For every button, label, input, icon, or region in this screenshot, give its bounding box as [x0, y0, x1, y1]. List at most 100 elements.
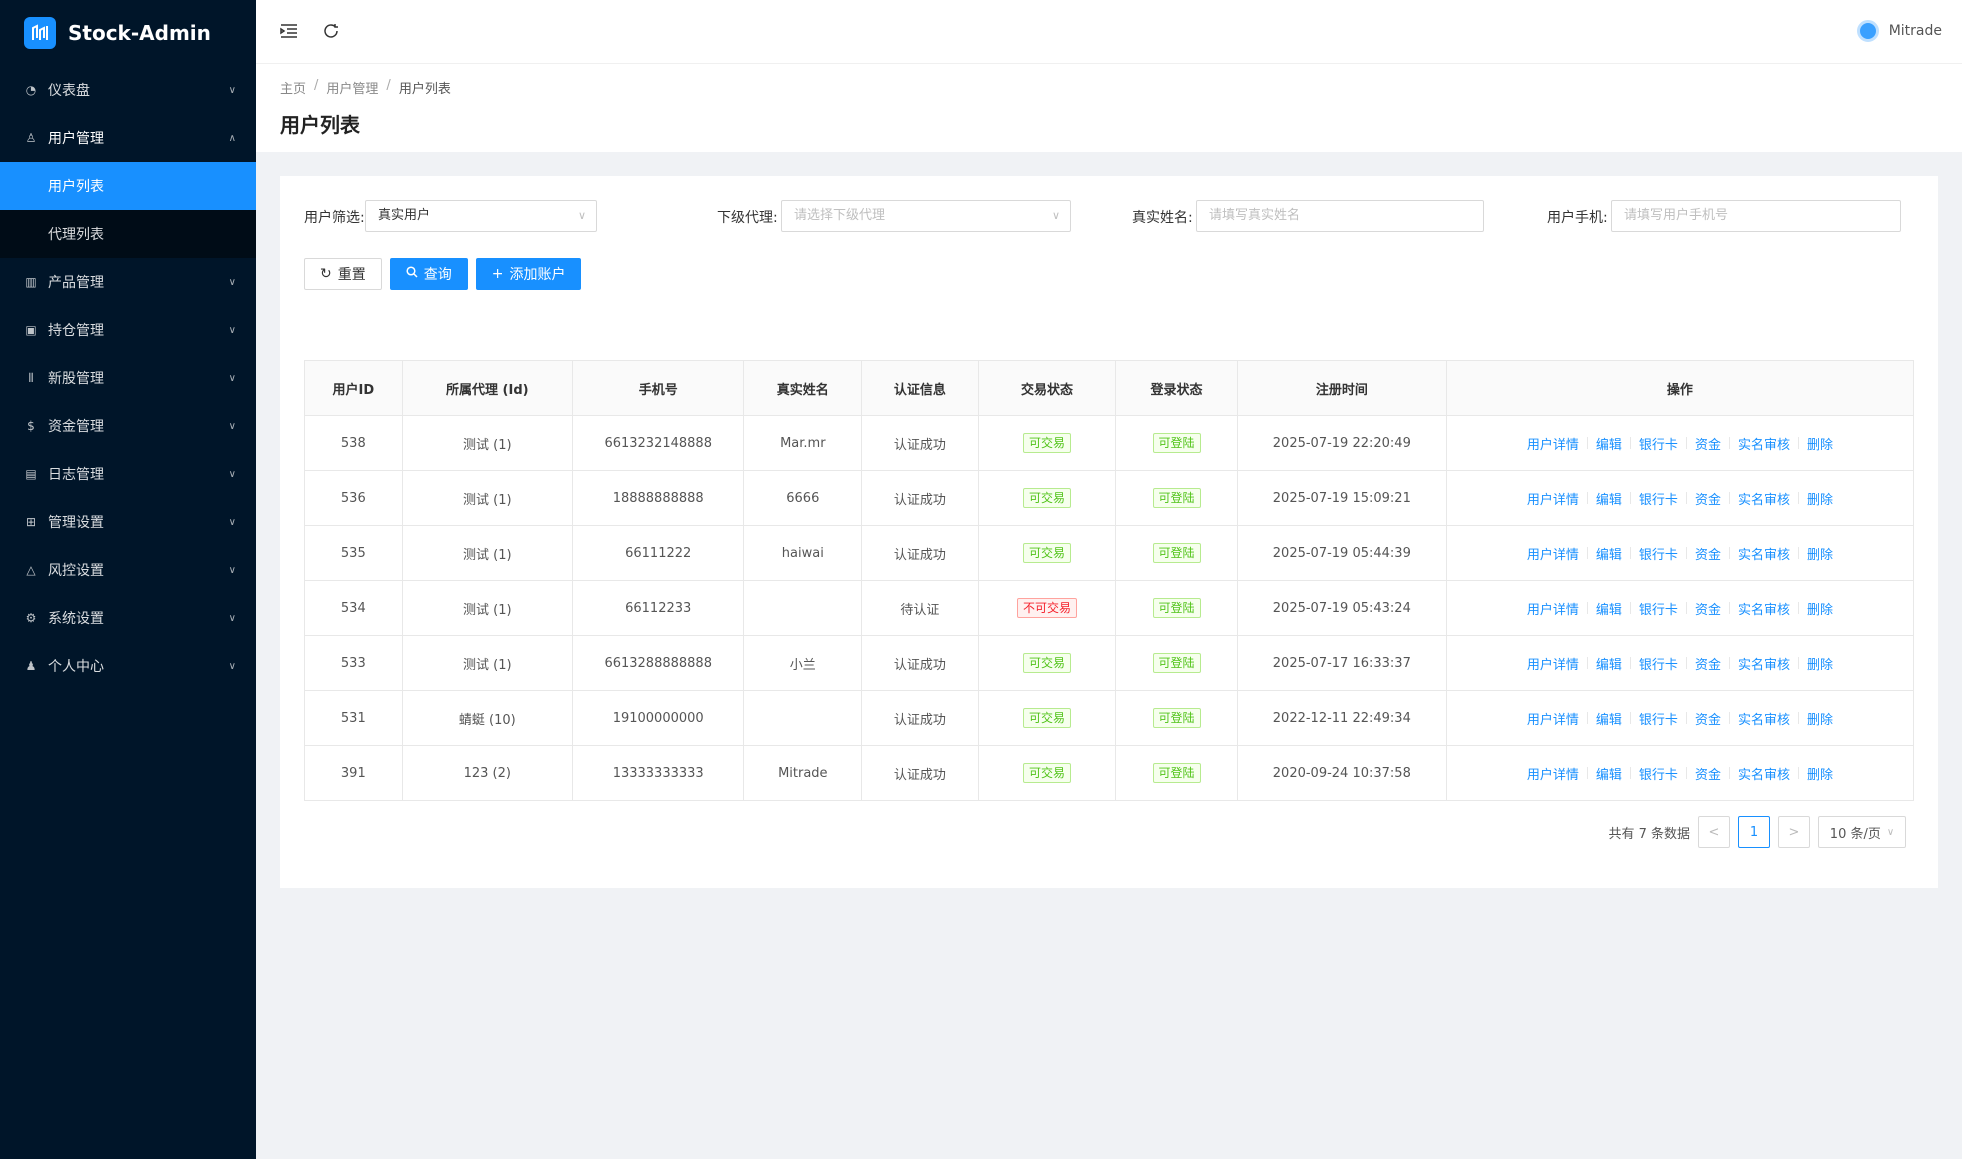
row-action-link[interactable]: 用户详情 — [1527, 599, 1579, 618]
real-name-input[interactable]: 请填写真实姓名 — [1196, 200, 1484, 232]
sidebar-item[interactable]: ▤ 日志管理 ∨ — [0, 450, 256, 498]
cell-name: 6666 — [743, 470, 863, 526]
page-button[interactable]: 1 — [1738, 816, 1770, 848]
action-divider — [1685, 602, 1687, 614]
row-action-link[interactable]: 编辑 — [1596, 434, 1622, 453]
action-divider — [1797, 492, 1799, 504]
team-icon: ♙ — [25, 131, 37, 145]
ipo-icon: ⦀ — [28, 370, 34, 385]
sidebar-item[interactable]: ⚙ 系统设置 ∨ — [0, 594, 256, 642]
row-action-link[interactable]: 实名审核 — [1738, 434, 1790, 453]
sidebar-item[interactable]: ▥ 产品管理 ∨ — [0, 258, 256, 306]
next-page-button[interactable]: > — [1778, 816, 1810, 848]
row-action-link[interactable]: 资金 — [1695, 599, 1721, 618]
row-action-link[interactable]: 删除 — [1807, 489, 1833, 508]
cell-agent: 123 (2) — [401, 745, 573, 801]
row-action-link[interactable]: 银行卡 — [1639, 544, 1678, 563]
row-action-link[interactable]: 编辑 — [1596, 544, 1622, 563]
query-label: 查询 — [423, 267, 452, 283]
menu-fold-icon[interactable] — [278, 20, 300, 42]
breadcrumb-home[interactable]: 主页 — [280, 78, 306, 97]
cell-phone: 19100000000 — [571, 690, 745, 746]
row-action-link[interactable]: 实名审核 — [1738, 654, 1790, 673]
column-header: 操作 — [1445, 360, 1915, 416]
chevron-down-icon: ∨ — [228, 660, 236, 672]
action-divider — [1629, 547, 1631, 559]
row-action-link[interactable]: 资金 — [1695, 709, 1721, 728]
cell-trade-status: 可交易 — [977, 415, 1117, 471]
add-account-button[interactable]: + 添加账户 — [475, 258, 582, 290]
row-action-link[interactable]: 资金 — [1695, 764, 1721, 783]
top-header: Mitrade — [256, 0, 1962, 64]
row-action-link[interactable]: 实名审核 — [1738, 489, 1790, 508]
row-action-link[interactable]: 资金 — [1695, 544, 1721, 563]
table-row: 536 测试 (1) 18888888888 6666 认证成功 可交易 可登陆 2025-0… — [304, 470, 1915, 526]
row-action-link[interactable]: 用户详情 — [1527, 544, 1579, 563]
row-action-link[interactable]: 银行卡 — [1639, 599, 1678, 618]
row-action-link[interactable]: 删除 — [1807, 434, 1833, 453]
row-action-link[interactable]: 编辑 — [1596, 599, 1622, 618]
user-filter-select[interactable]: 真实用户 ∨ — [365, 200, 597, 232]
row-action-link[interactable]: 删除 — [1807, 764, 1833, 783]
row-action-link[interactable]: 实名审核 — [1738, 709, 1790, 728]
row-action-link[interactable]: 用户详情 — [1527, 654, 1579, 673]
row-action-link[interactable]: 删除 — [1807, 599, 1833, 618]
row-action-link[interactable]: 银行卡 — [1639, 654, 1678, 673]
sidebar-item[interactable]: ◔ 仪表盘 ∨ — [0, 66, 256, 114]
sidebar-item[interactable]: $ 资金管理 ∨ — [0, 402, 256, 450]
query-button[interactable]: 查询 — [389, 258, 468, 290]
sub-agent-select[interactable]: 请选择下级代理 ∨ — [781, 200, 1071, 232]
row-action-link[interactable]: 用户详情 — [1527, 434, 1579, 453]
user-phone-input[interactable]: 请填写用户手机号 — [1611, 200, 1901, 232]
row-action-link[interactable]: 银行卡 — [1639, 489, 1678, 508]
sidebar-item[interactable]: ▣ 持仓管理 ∨ — [0, 306, 256, 354]
column-header: 所属代理 (Id) — [401, 360, 573, 416]
sidebar-item[interactable]: △ 风控设置 ∨ — [0, 546, 256, 594]
logo[interactable]: Stock-Admin — [0, 0, 256, 66]
row-action-link[interactable]: 实名审核 — [1738, 599, 1790, 618]
action-divider — [1629, 492, 1631, 504]
sidebar-item[interactable]: ♙ 用户管理 ∧ — [0, 114, 256, 162]
row-action-link[interactable]: 资金 — [1695, 489, 1721, 508]
sidebar-item[interactable]: ⦀ 新股管理 ∨ — [0, 354, 256, 402]
row-action-link[interactable]: 银行卡 — [1639, 709, 1678, 728]
sidebar-item[interactable]: ⊞ 管理设置 ∨ — [0, 498, 256, 546]
row-action-link[interactable]: 编辑 — [1596, 654, 1622, 673]
action-buttons: ↻ 重置 查询 + 添加账户 — [304, 258, 582, 290]
row-action-link[interactable]: 用户详情 — [1527, 489, 1579, 508]
breadcrumb: 主页 / 用户管理 / 用户列表 — [280, 78, 1938, 97]
row-action-link[interactable]: 银行卡 — [1639, 434, 1678, 453]
user-menu[interactable]: Mitrade — [1856, 20, 1942, 42]
row-action-link[interactable]: 用户详情 — [1527, 709, 1579, 728]
row-action-link[interactable]: 删除 — [1807, 709, 1833, 728]
row-action-link[interactable]: 实名审核 — [1738, 764, 1790, 783]
table-row: 391 123 (2) 13333333333 Mitrade 认证成功 可交易 可登陆 20… — [304, 745, 1915, 801]
sidebar-subitem[interactable]: 用户列表 — [0, 162, 256, 210]
reset-button[interactable]: ↻ 重置 — [304, 258, 382, 290]
breadcrumb-user-mgmt[interactable]: 用户管理 — [326, 78, 378, 97]
page-header: 主页 / 用户管理 / 用户列表 用户列表 — [256, 64, 1962, 152]
reload-icon[interactable] — [320, 20, 342, 42]
column-header: 注册时间 — [1236, 360, 1447, 416]
row-action-link[interactable]: 资金 — [1695, 654, 1721, 673]
row-action-link[interactable]: 编辑 — [1596, 709, 1622, 728]
sidebar-menu: ◔ 仪表盘 ∨ ♙ 用户管理 ∧ 用户列表 代理列表 ▥ 产品管理 ∨ ▣ 持仓管理 ∨ ⦀ 新股管理 ∨ $ 资金… — [0, 66, 256, 690]
table-row: 535 测试 (1) 66111222 haiwai 认证成功 可交易 可登陆 2025-07… — [304, 525, 1915, 581]
row-action-link[interactable]: 编辑 — [1596, 489, 1622, 508]
page-size-select[interactable]: 10 条/页 ∨ — [1818, 816, 1906, 848]
row-action-link[interactable]: 删除 — [1807, 544, 1833, 563]
row-action-link[interactable]: 银行卡 — [1639, 764, 1678, 783]
sidebar-item[interactable]: ♟ 个人中心 ∨ — [0, 642, 256, 690]
cell-login-status: 可登陆 — [1115, 580, 1238, 636]
action-divider — [1797, 767, 1799, 779]
row-action-link[interactable]: 删除 — [1807, 654, 1833, 673]
row-action-link[interactable]: 编辑 — [1596, 764, 1622, 783]
sidebar-subitem[interactable]: 代理列表 — [0, 210, 256, 258]
action-divider — [1728, 437, 1730, 449]
row-action-link[interactable]: 用户详情 — [1527, 764, 1579, 783]
row-action-link[interactable]: 资金 — [1695, 434, 1721, 453]
row-action-link[interactable]: 实名审核 — [1738, 544, 1790, 563]
trade-status-badge: 可交易 — [1022, 708, 1071, 728]
cell-name — [743, 690, 863, 746]
prev-page-button[interactable]: < — [1698, 816, 1730, 848]
